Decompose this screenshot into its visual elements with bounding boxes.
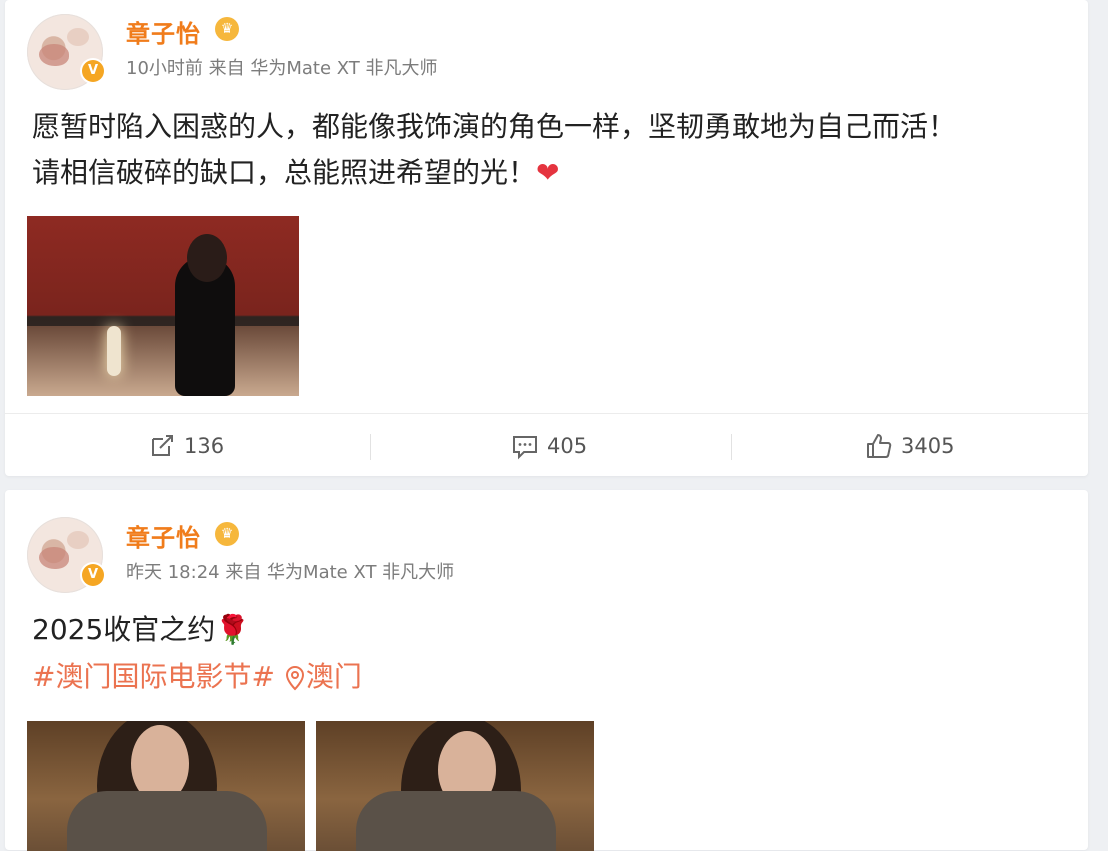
username[interactable]: 章子怡: [126, 14, 201, 49]
thumbs-up-icon: [867, 433, 892, 458]
divider: [731, 434, 732, 460]
post-image[interactable]: [27, 721, 305, 851]
divider: [370, 434, 371, 460]
comment-button[interactable]: 405: [511, 414, 587, 477]
post-image[interactable]: [316, 721, 594, 851]
weibo-post-card: V 章子怡 ♛ 10小时前 来自 华为Mate XT 非凡大师 愿暂时陷入困惑的…: [5, 0, 1088, 476]
post-meta: 昨天 18:24 来自 华为Mate XT 非凡大师: [126, 562, 455, 583]
hashtag-link[interactable]: #澳门国际电影节#: [32, 660, 275, 693]
like-button[interactable]: 3405: [865, 414, 954, 477]
post-image[interactable]: [27, 216, 299, 396]
post-meta: 10小时前 来自 华为Mate XT 非凡大师: [126, 58, 438, 79]
rose-emoji: 🌹: [215, 613, 251, 646]
post-text-line-1: 愿暂时陷入困惑的人，都能像我饰演的角色一样，坚韧勇敢地为自己而活！: [32, 110, 957, 143]
comment-count: 405: [547, 433, 588, 458]
crown-icon[interactable]: ♛: [215, 522, 239, 546]
crown-icon[interactable]: ♛: [215, 17, 239, 41]
verified-badge-icon: V: [82, 564, 104, 586]
post-text-line-1: 2025收官之约🌹: [32, 613, 251, 646]
location-link[interactable]: 澳门: [284, 660, 362, 693]
like-count: 3405: [901, 433, 955, 458]
username[interactable]: 章子怡: [126, 518, 201, 553]
repost-button[interactable]: 136: [148, 414, 224, 477]
repost-count: 136: [184, 433, 225, 458]
post-tags-line: #澳门国际电影节# 澳门: [32, 654, 362, 700]
heart-emoji: ❤: [536, 156, 560, 189]
verified-badge-icon: V: [82, 60, 104, 82]
comment-icon: [513, 435, 537, 459]
location-pin-icon: [285, 665, 304, 691]
action-bar: 136 405 3405: [5, 413, 1088, 477]
post-text-line-2: 请相信破碎的缺口，总能照进希望的光！❤: [32, 156, 560, 189]
repost-icon: [152, 434, 173, 456]
